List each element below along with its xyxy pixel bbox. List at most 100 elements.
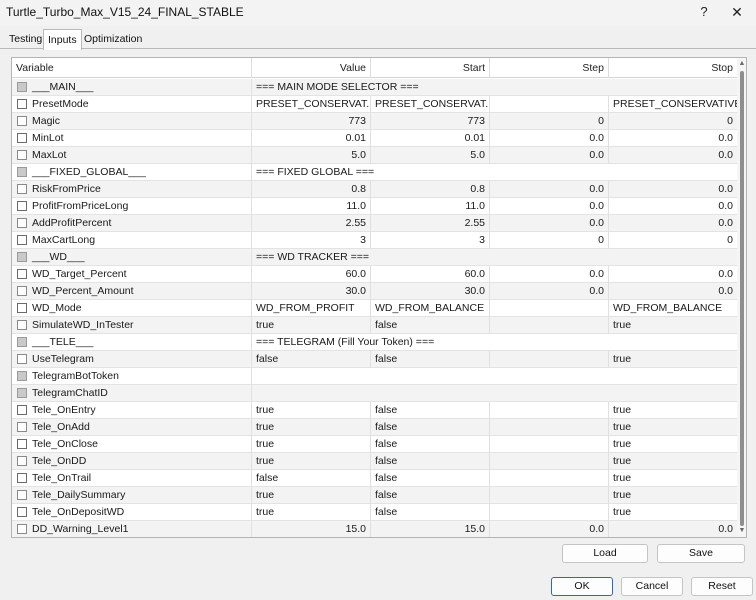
stop-cell[interactable]: true bbox=[609, 470, 737, 487]
value-cell[interactable]: false bbox=[252, 351, 371, 368]
stop-cell[interactable]: 0.0 bbox=[609, 215, 737, 232]
optimize-checkbox[interactable] bbox=[17, 388, 27, 398]
section-title[interactable]: === TELEGRAM (Fill Your Token) === bbox=[252, 334, 737, 351]
step-cell[interactable]: 0.0 bbox=[490, 130, 609, 147]
start-cell[interactable]: 3 bbox=[371, 232, 490, 249]
section-title[interactable]: === WD TRACKER === bbox=[252, 249, 737, 266]
step-cell[interactable] bbox=[490, 351, 609, 368]
step-cell[interactable]: 0.0 bbox=[490, 521, 609, 537]
optimize-checkbox[interactable] bbox=[17, 439, 27, 449]
section-title[interactable] bbox=[252, 368, 737, 385]
tab-inputs[interactable]: Inputs bbox=[43, 29, 82, 50]
value-cell[interactable]: 0.01 bbox=[252, 130, 371, 147]
value-cell[interactable]: 2.55 bbox=[252, 215, 371, 232]
optimize-checkbox[interactable] bbox=[17, 184, 27, 194]
stop-cell[interactable]: 0.0 bbox=[609, 147, 737, 164]
vertical-scrollbar[interactable]: ▲ ▼ bbox=[737, 58, 746, 537]
start-cell[interactable]: 0.01 bbox=[371, 130, 490, 147]
table-row[interactable]: Tele_OnDepositWD true false true bbox=[12, 504, 737, 521]
step-cell[interactable]: 0.0 bbox=[490, 147, 609, 164]
column-header-step[interactable]: Step bbox=[490, 58, 609, 78]
value-cell[interactable]: false bbox=[252, 470, 371, 487]
value-cell[interactable]: 60.0 bbox=[252, 266, 371, 283]
column-header-value[interactable]: Value bbox=[252, 58, 371, 78]
step-cell[interactable]: 0 bbox=[490, 232, 609, 249]
stop-cell[interactable]: WD_FROM_BALANCE bbox=[609, 300, 737, 317]
value-cell[interactable]: true bbox=[252, 436, 371, 453]
step-cell[interactable] bbox=[490, 419, 609, 436]
stop-cell[interactable]: 0.0 bbox=[609, 283, 737, 300]
start-cell[interactable]: false bbox=[371, 470, 490, 487]
optimize-checkbox[interactable] bbox=[17, 235, 27, 245]
value-cell[interactable]: true bbox=[252, 402, 371, 419]
stop-cell[interactable]: true bbox=[609, 317, 737, 334]
start-cell[interactable]: 15.0 bbox=[371, 521, 490, 537]
table-row[interactable]: RiskFromPrice 0.8 0.8 0.0 0.0 bbox=[12, 181, 737, 198]
column-header-start[interactable]: Start bbox=[371, 58, 490, 78]
stop-cell[interactable]: 0.0 bbox=[609, 181, 737, 198]
start-cell[interactable]: 11.0 bbox=[371, 198, 490, 215]
column-header-stop[interactable]: Stop bbox=[609, 58, 737, 78]
scroll-up-icon[interactable]: ▲ bbox=[738, 60, 746, 68]
value-cell[interactable]: 11.0 bbox=[252, 198, 371, 215]
stop-cell[interactable]: true bbox=[609, 487, 737, 504]
table-row[interactable]: ___TELE___ === TELEGRAM (Fill Your Token)… bbox=[12, 334, 737, 351]
start-cell[interactable]: false bbox=[371, 317, 490, 334]
optimize-checkbox[interactable] bbox=[17, 201, 27, 211]
optimize-checkbox[interactable] bbox=[17, 167, 27, 177]
column-header-variable[interactable]: Variable bbox=[12, 58, 252, 78]
stop-cell[interactable]: true bbox=[609, 436, 737, 453]
stop-cell[interactable]: 0.0 bbox=[609, 266, 737, 283]
start-cell[interactable]: 5.0 bbox=[371, 147, 490, 164]
step-cell[interactable] bbox=[490, 504, 609, 521]
step-cell[interactable]: 0.0 bbox=[490, 266, 609, 283]
table-row[interactable]: AddProfitPercent 2.55 2.55 0.0 0.0 bbox=[12, 215, 737, 232]
optimize-checkbox[interactable] bbox=[17, 371, 27, 381]
stop-cell[interactable]: 0.0 bbox=[609, 521, 737, 537]
table-row[interactable]: Tele_DailySummary true false true bbox=[12, 487, 737, 504]
value-cell[interactable]: WD_FROM_PROFIT bbox=[252, 300, 371, 317]
table-row[interactable]: WD_Target_Percent 60.0 60.0 0.0 0.0 bbox=[12, 266, 737, 283]
table-row[interactable]: WD_Percent_Amount 30.0 30.0 0.0 0.0 bbox=[12, 283, 737, 300]
save-button[interactable]: Save bbox=[657, 544, 745, 563]
start-cell[interactable]: 30.0 bbox=[371, 283, 490, 300]
table-row[interactable]: WD_Mode WD_FROM_PROFIT WD_FROM_BALANCE WD_F… bbox=[12, 300, 737, 317]
start-cell[interactable]: false bbox=[371, 419, 490, 436]
optimize-checkbox[interactable] bbox=[17, 133, 27, 143]
table-row[interactable]: ___WD___ === WD TRACKER === bbox=[12, 249, 737, 266]
step-cell[interactable] bbox=[490, 317, 609, 334]
section-title[interactable] bbox=[252, 385, 737, 402]
cancel-button[interactable]: Cancel bbox=[621, 577, 683, 596]
value-cell[interactable]: true bbox=[252, 453, 371, 470]
step-cell[interactable]: 0.0 bbox=[490, 181, 609, 198]
table-row[interactable]: Tele_OnDD true false true bbox=[12, 453, 737, 470]
start-cell[interactable]: PRESET_CONSERVAT... bbox=[371, 96, 490, 113]
start-cell[interactable]: false bbox=[371, 351, 490, 368]
value-cell[interactable]: true bbox=[252, 419, 371, 436]
table-row[interactable]: Tele_OnTrail false false true bbox=[12, 470, 737, 487]
start-cell[interactable]: false bbox=[371, 504, 490, 521]
start-cell[interactable]: false bbox=[371, 487, 490, 504]
optimize-checkbox[interactable] bbox=[17, 150, 27, 160]
step-cell[interactable] bbox=[490, 300, 609, 317]
table-row[interactable]: Tele_OnEntry true false true bbox=[12, 402, 737, 419]
table-row[interactable]: MaxCartLong 3 3 0 0 bbox=[12, 232, 737, 249]
stop-cell[interactable]: true bbox=[609, 419, 737, 436]
table-row[interactable]: TelegramBotToken bbox=[12, 368, 737, 385]
stop-cell[interactable]: true bbox=[609, 351, 737, 368]
optimize-checkbox[interactable] bbox=[17, 405, 27, 415]
start-cell[interactable]: false bbox=[371, 453, 490, 470]
table-row[interactable]: ___MAIN___ === MAIN MODE SELECTOR === bbox=[12, 79, 737, 96]
table-row[interactable]: ___FIXED_GLOBAL___ === FIXED GLOBAL === bbox=[12, 164, 737, 181]
table-row[interactable]: Tele_OnClose true false true bbox=[12, 436, 737, 453]
table-row[interactable]: Magic 773 773 0 0 bbox=[12, 113, 737, 130]
optimize-checkbox[interactable] bbox=[17, 99, 27, 109]
start-cell[interactable]: false bbox=[371, 436, 490, 453]
optimize-checkbox[interactable] bbox=[17, 507, 27, 517]
reset-button[interactable]: Reset bbox=[691, 577, 753, 596]
close-button[interactable]: ✕ bbox=[726, 2, 748, 22]
table-row[interactable]: Tele_OnAdd true false true bbox=[12, 419, 737, 436]
scroll-down-icon[interactable]: ▼ bbox=[738, 527, 746, 535]
value-cell[interactable]: true bbox=[252, 504, 371, 521]
value-cell[interactable]: 0.8 bbox=[252, 181, 371, 198]
